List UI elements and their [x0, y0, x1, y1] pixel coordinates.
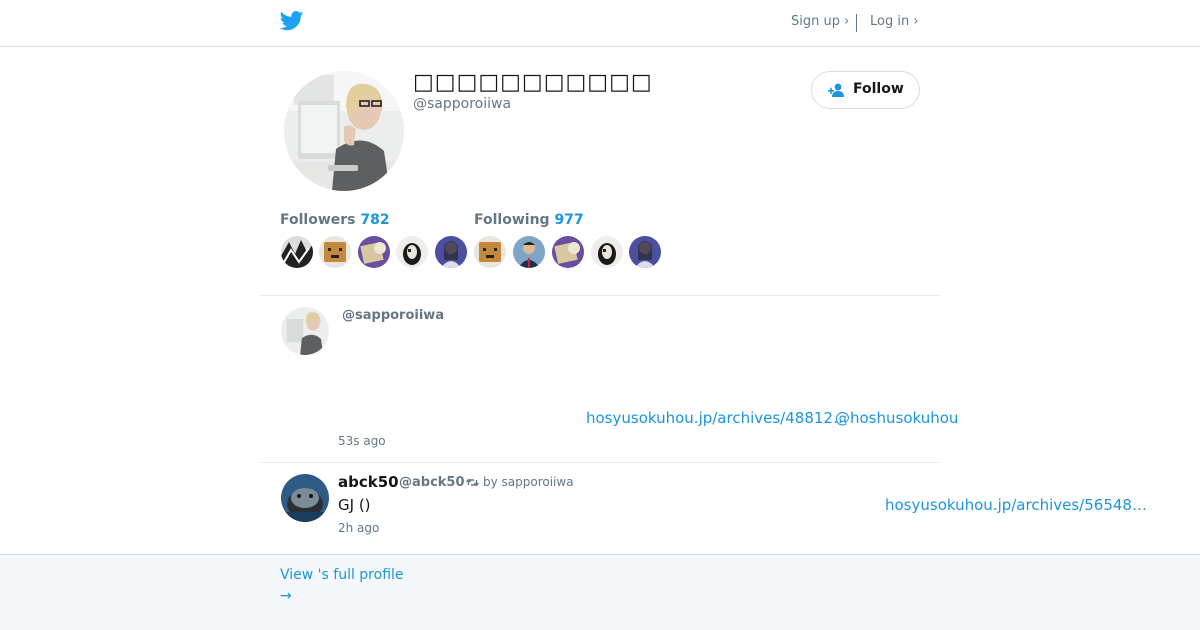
retweet-icon [466, 478, 479, 487]
following-avatar[interactable] [591, 236, 623, 268]
followers-stat[interactable]: Followers 782 [280, 212, 390, 228]
profile-footer [0, 554, 1200, 630]
following-avatar[interactable] [552, 236, 584, 268]
tweet-screen-name[interactable]: @abck50 [399, 475, 465, 490]
follower-avatar[interactable] [358, 236, 390, 268]
twitter-bird-icon[interactable] [280, 10, 304, 32]
following-avatar[interactable] [474, 236, 506, 268]
top-bar: Sign up › Log in › [0, 0, 1200, 47]
profile-avatar [284, 71, 404, 191]
follow-button-label: Follow [853, 81, 904, 97]
login-link[interactable]: Log in › [870, 14, 919, 29]
signup-link[interactable]: Sign up › [791, 14, 849, 29]
tweet-mention[interactable]: @hoshusokuhou [835, 409, 958, 427]
view-full-profile-label: View 's full profile [280, 567, 404, 583]
following-avatar[interactable] [513, 236, 545, 268]
tweet-timestamp[interactable]: 53s ago [338, 434, 386, 448]
arrow-right-icon: → [280, 588, 292, 604]
tweet-text: GJ () [338, 496, 371, 514]
follower-avatar[interactable] [396, 236, 428, 268]
followers-label: Followers [280, 212, 356, 228]
follow-button[interactable]: Follow [811, 71, 920, 109]
tweet-screen-name[interactable]: @sapporoiiwa [342, 308, 444, 323]
following-stat[interactable]: Following 977 [474, 212, 584, 228]
nav-divider [856, 14, 857, 32]
follower-avatar[interactable] [281, 236, 313, 268]
tweet-timestamp[interactable]: 2h ago [338, 521, 379, 535]
profile-screen-name: @sapporoiiwa [413, 96, 512, 112]
follower-avatar[interactable] [435, 236, 467, 268]
follower-avatar[interactable] [319, 236, 351, 268]
followers-count: 782 [360, 212, 390, 228]
view-full-profile-link[interactable]: View 's full profile → [280, 565, 420, 607]
section-divider [260, 295, 940, 296]
following-count: 977 [554, 212, 584, 228]
tweet-avatar[interactable] [281, 474, 329, 522]
tweet-link[interactable]: hosyusokuhou.jp/archives/56548… [885, 496, 1147, 514]
tweet-link[interactable]: hosyusokuhou.jp/archives/48812… [586, 409, 848, 427]
add-person-icon [828, 83, 844, 97]
following-avatar[interactable] [629, 236, 661, 268]
following-label: Following [474, 212, 550, 228]
tweet-avatar[interactable] [281, 307, 329, 355]
tweet-divider [260, 462, 940, 463]
profile-display-name: □□□□□□□□□□□ [413, 70, 653, 95]
tweet-author-name[interactable]: abck50 [338, 473, 399, 491]
retweeted-by[interactable]: by sapporoiiwa [483, 475, 574, 489]
